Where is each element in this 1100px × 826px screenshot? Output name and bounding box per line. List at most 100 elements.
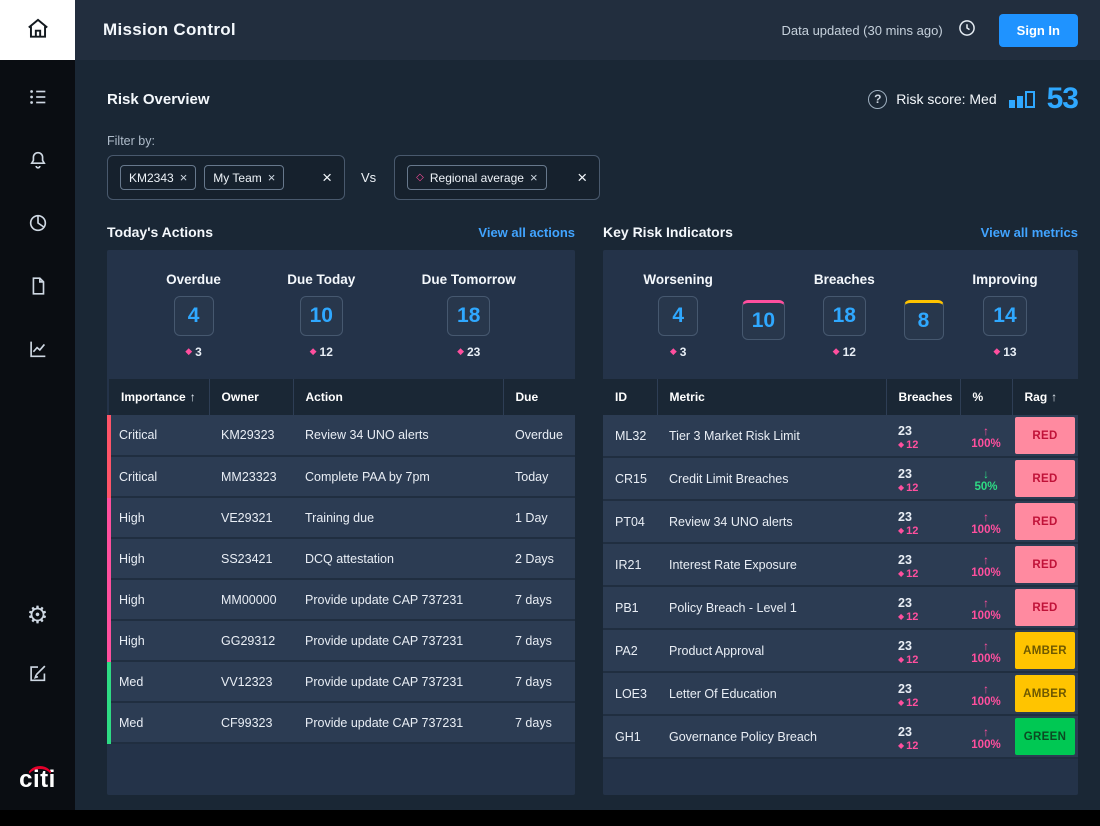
percent-cell: ↑ 100% bbox=[960, 415, 1012, 458]
kri-row[interactable]: IR21 Interest Rate Exposure 23 ◆ 12 ↑ 100% RED bbox=[603, 543, 1078, 587]
sort-asc-icon: ↑ bbox=[189, 390, 196, 404]
vs-label: Vs bbox=[361, 170, 377, 185]
column-header-rag[interactable]: Rag ↑ bbox=[1011, 379, 1078, 415]
stat-due-today: Due Today 10 ◆ 12 bbox=[287, 272, 355, 359]
kri-row[interactable]: PB1 Policy Breach - Level 1 23 ◆ 12 ↑ 100% RED bbox=[603, 586, 1078, 630]
column-header-importance[interactable]: Importance ↑ bbox=[109, 379, 209, 415]
stat-value-box: 4 bbox=[173, 296, 214, 336]
owner-cell: MM23323 bbox=[209, 456, 293, 498]
stat-delta: ◆ 3 bbox=[669, 345, 687, 359]
kri-row[interactable]: ML32 Tier 3 Market Risk Limit 23 ◆ 12 ↑ 100% RE… bbox=[603, 415, 1078, 458]
filter-group-primary[interactable]: KM2343 × My Team × × bbox=[107, 155, 345, 200]
action-row[interactable]: Critical KM29323 Review 34 UNO alerts Overd… bbox=[107, 415, 575, 457]
breaches-cell: 23 ◆ 12 bbox=[886, 500, 960, 544]
action-cell: Complete PAA by 7pm bbox=[293, 456, 503, 498]
risk-score-value: 53 bbox=[1046, 82, 1079, 115]
action-row[interactable]: High MM00000 Provide update CAP 737231 7 da… bbox=[107, 579, 575, 621]
breach-delta-value: 12 bbox=[906, 438, 919, 451]
sidebar-item-notifications[interactable] bbox=[25, 149, 51, 175]
rag-badge: AMBER bbox=[1015, 675, 1075, 712]
diamond-icon: ◆ bbox=[993, 346, 1001, 357]
breach-delta-value: 12 bbox=[906, 696, 919, 709]
column-header-metric[interactable]: Metric bbox=[656, 379, 886, 415]
column-header-owner[interactable]: Owner bbox=[208, 379, 293, 415]
stat-due-tomorrow: Due Tomorrow 18 ◆ 23 bbox=[422, 272, 516, 359]
percent-value: 100% bbox=[971, 695, 1001, 708]
owner-cell: CF99323 bbox=[209, 702, 293, 744]
help-icon[interactable]: ? bbox=[868, 89, 888, 109]
id-cell: GH1 bbox=[603, 715, 657, 759]
rag-badge: RED bbox=[1015, 503, 1075, 540]
clear-filter-icon[interactable]: × bbox=[577, 168, 587, 188]
stat-label: Worsening bbox=[643, 272, 713, 287]
kri-row[interactable]: PT04 Review 34 UNO alerts 23 ◆ 12 ↑ 100% RED bbox=[603, 500, 1078, 544]
trend-up-icon: ↑ bbox=[983, 724, 989, 739]
line-chart-icon bbox=[27, 338, 49, 365]
column-header-breaches[interactable]: Breaches bbox=[885, 379, 960, 415]
breach-count: 23 bbox=[898, 553, 912, 568]
sidebar-item-home[interactable] bbox=[0, 0, 75, 60]
owner-cell: VE29321 bbox=[209, 497, 293, 539]
sidebar-item-tasks[interactable] bbox=[25, 86, 51, 112]
action-row[interactable]: Med CF99323 Provide update CAP 737231 7 day… bbox=[107, 702, 575, 744]
action-row[interactable]: Med VV12323 Provide update CAP 737231 7 day… bbox=[107, 661, 575, 703]
sidebar: ⚙ citi bbox=[0, 0, 75, 810]
column-header-due[interactable]: Due bbox=[502, 379, 575, 415]
view-all-metrics-link[interactable]: View all metrics bbox=[981, 225, 1078, 240]
due-cell: 2 Days bbox=[503, 538, 575, 580]
remove-chip-icon[interactable]: × bbox=[268, 170, 276, 185]
stat-label: Overdue bbox=[166, 272, 221, 287]
kri-row[interactable]: GH1 Governance Policy Breach 23 ◆ 12 ↑ 100% GRE… bbox=[603, 715, 1078, 759]
kri-row[interactable]: PA2 Product Approval 23 ◆ 12 ↑ 100% AMBER bbox=[603, 629, 1078, 673]
column-header-id[interactable]: ID bbox=[603, 379, 657, 415]
breach-delta: ◆ 12 bbox=[898, 482, 948, 495]
sidebar-item-reports[interactable] bbox=[25, 338, 51, 364]
sidebar-item-compose[interactable] bbox=[25, 662, 51, 688]
rag-cell: GREEN bbox=[1012, 715, 1078, 759]
action-row[interactable]: High VE29321 Training due 1 Day bbox=[107, 497, 575, 539]
stat-delta: ◆ 12 bbox=[832, 345, 856, 359]
breaches-cell: 23 ◆ 12 bbox=[886, 457, 960, 501]
percent-cell: ↑ 100% bbox=[960, 629, 1012, 673]
filter-group-comparison[interactable]: ◇ Regional average × × bbox=[394, 155, 601, 200]
stat-value-box: 8 bbox=[903, 300, 944, 340]
remove-chip-icon[interactable]: × bbox=[180, 170, 188, 185]
percent-cell: ↓ 50% bbox=[960, 457, 1012, 501]
view-all-actions-link[interactable]: View all actions bbox=[478, 225, 575, 240]
trend-up-icon: ↑ bbox=[983, 509, 989, 524]
document-icon bbox=[27, 275, 49, 302]
key-risk-indicators-section: Key Risk Indicators View all metrics Wor… bbox=[603, 224, 1078, 795]
due-cell: Today bbox=[503, 456, 575, 498]
action-row[interactable]: Critical MM23323 Complete PAA by 7pm Today bbox=[107, 456, 575, 498]
action-row[interactable]: High GG29312 Provide update CAP 737231 7 da… bbox=[107, 620, 575, 662]
due-cell: 7 days bbox=[503, 702, 575, 744]
percent-cell: ↑ 100% bbox=[960, 672, 1012, 716]
clock-icon bbox=[957, 18, 977, 43]
importance-cell: High bbox=[107, 538, 209, 580]
remove-chip-icon[interactable]: × bbox=[530, 170, 538, 185]
sidebar-item-documents[interactable] bbox=[25, 275, 51, 301]
kri-stats: Worsening 4 ◆ 3 10 Breaches 18 ◆ 12 8 Im… bbox=[603, 264, 1078, 365]
percent-value: 100% bbox=[971, 652, 1001, 665]
filter-chip[interactable]: ◇ Regional average × bbox=[407, 165, 547, 190]
rag-badge: RED bbox=[1015, 589, 1075, 626]
filter-chip[interactable]: My Team × bbox=[204, 165, 285, 190]
sidebar-item-analytics[interactable] bbox=[25, 212, 51, 238]
kri-row[interactable]: CR15 Credit Limit Breaches 23 ◆ 12 ↓ 50% RED bbox=[603, 457, 1078, 501]
action-row[interactable]: High SS23421 DCQ attestation 2 Days bbox=[107, 538, 575, 580]
trend-up-icon: ↑ bbox=[983, 423, 989, 438]
breach-delta: ◆ 12 bbox=[898, 611, 948, 624]
sidebar-item-settings[interactable]: ⚙ bbox=[25, 602, 51, 628]
stat-improving: Improving 14 ◆ 13 bbox=[972, 272, 1037, 359]
breaches-cell: 23 ◆ 12 bbox=[886, 586, 960, 630]
clear-filter-icon[interactable]: × bbox=[322, 168, 332, 188]
column-header-percent[interactable]: % bbox=[959, 379, 1012, 415]
column-header-action[interactable]: Action bbox=[292, 379, 503, 415]
kri-row[interactable]: LOE3 Letter Of Education 23 ◆ 12 ↑ 100% AMBER bbox=[603, 672, 1078, 716]
sign-in-button[interactable]: Sign In bbox=[998, 13, 1078, 47]
diamond-icon: ◆ bbox=[898, 569, 905, 579]
breach-count: 23 bbox=[898, 510, 912, 525]
diamond-icon: ◆ bbox=[898, 440, 905, 450]
filter-chip[interactable]: KM2343 × bbox=[120, 165, 197, 190]
data-updated-text: Data updated (30 mins ago) bbox=[781, 22, 943, 38]
